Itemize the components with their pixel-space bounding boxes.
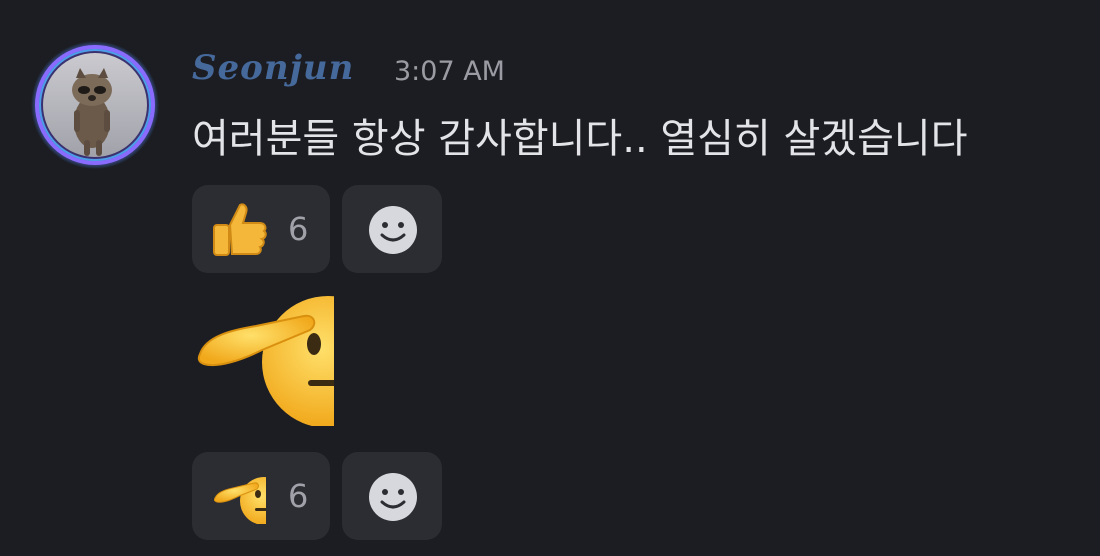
smiley-icon: [369, 473, 417, 521]
message-text: 여러분들 항상 감사합니다.. 열심히 살겠습니다: [192, 116, 968, 162]
author-name[interactable]: Seonjun: [192, 48, 354, 88]
avatar[interactable]: [30, 40, 160, 170]
reaction-thumbs-up[interactable]: 6: [192, 185, 330, 273]
saluting-face-icon: [197, 296, 334, 426]
smiley-icon: [369, 206, 417, 254]
reaction-count: 6: [288, 477, 309, 515]
thumbs-up-icon: [213, 203, 267, 256]
message-timestamp[interactable]: 3:07 AM: [394, 56, 505, 87]
reaction-saluting[interactable]: 6: [192, 452, 330, 540]
add-reaction-button[interactable]: [342, 185, 442, 273]
saluting-face-icon: [214, 477, 266, 524]
add-reaction-button[interactable]: [342, 452, 442, 540]
avatar-image: [31, 41, 159, 169]
reaction-count: 6: [288, 210, 309, 248]
